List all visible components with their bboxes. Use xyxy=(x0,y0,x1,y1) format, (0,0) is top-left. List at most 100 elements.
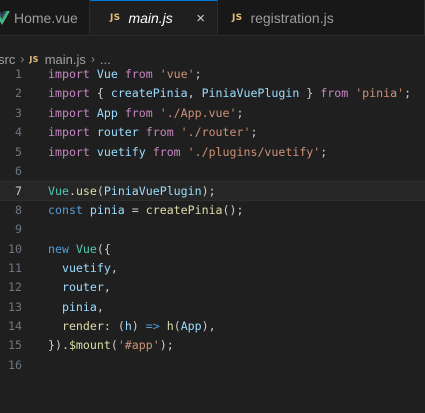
code-token: from xyxy=(124,105,153,120)
code-token: 'pinia' xyxy=(355,86,405,101)
code-text: new Vue({ xyxy=(48,240,111,259)
code-line[interactable]: 9 xyxy=(0,220,425,239)
code-token: from xyxy=(145,125,174,140)
code-token: App xyxy=(180,319,202,334)
code-token: ) xyxy=(131,319,146,334)
code-token: , xyxy=(187,86,202,101)
code-token: ); xyxy=(201,184,216,199)
code-token: $mount xyxy=(68,338,111,353)
code-line[interactable]: 15}).$mount('#app'); xyxy=(0,336,425,355)
code-token: , xyxy=(103,280,111,295)
code-text: pinia, xyxy=(48,298,104,317)
code-token: 'vue' xyxy=(159,67,195,81)
code-token: import xyxy=(48,125,90,140)
vue-file-icon xyxy=(0,10,10,25)
code-token: import xyxy=(48,105,90,120)
code-line[interactable]: 5 import vuetify from './plugins/vuetify'… xyxy=(0,143,425,162)
line-number: 16 xyxy=(8,357,22,372)
close-icon[interactable]: × xyxy=(196,10,205,27)
code-line[interactable]: 12 router, xyxy=(0,278,425,297)
code-token: ); xyxy=(159,338,174,353)
code-token: PiniaVuePlugin xyxy=(103,184,202,199)
code-token: ({ xyxy=(96,241,111,256)
code-line[interactable]: 7 Vue.use(PiniaVuePlugin); xyxy=(0,181,425,201)
code-token: from xyxy=(320,86,349,101)
js-file-icon: JS xyxy=(232,12,243,23)
code-token: render xyxy=(61,319,104,334)
line-number: 4 xyxy=(15,125,22,140)
code-token: PiniaVuePlugin xyxy=(201,86,300,101)
code-token: './App.vue' xyxy=(159,105,237,120)
code-editor[interactable]: 1 import Vue from 'vue'; 2 import { createP… xyxy=(0,65,425,375)
code-token: from xyxy=(124,67,153,81)
code-token: '#app' xyxy=(117,338,160,353)
tab-label: Home.vue xyxy=(14,9,78,26)
code-line[interactable]: 11 vuetify, xyxy=(0,259,425,278)
code-token: } xyxy=(299,86,321,101)
js-file-icon: JS xyxy=(110,13,121,23)
code-token: ; xyxy=(236,105,244,120)
tab-label: main.js xyxy=(128,10,173,26)
code-token: const xyxy=(48,202,83,217)
code-line[interactable]: 14 render: (h) => h(App), xyxy=(0,317,425,336)
code-token: pinia xyxy=(61,299,97,314)
code-text: vuetify, xyxy=(48,259,118,278)
code-token: , xyxy=(110,260,118,275)
code-token: from xyxy=(152,144,181,159)
code-token: h xyxy=(124,319,132,334)
code-token: { xyxy=(89,86,111,101)
code-line[interactable]: 8 const pinia = createPinia(); xyxy=(0,201,425,220)
tab-label: registration.js xyxy=(250,9,334,26)
code-token: import xyxy=(48,144,90,159)
tab-home-vue[interactable]: Home.vue xyxy=(0,0,90,35)
line-number: 8 xyxy=(15,202,22,217)
code-token: : ( xyxy=(103,319,125,334)
code-line[interactable]: 13 pinia, xyxy=(0,298,425,317)
code-line[interactable]: 1 import Vue from 'vue'; xyxy=(0,65,425,84)
code-token: ; xyxy=(404,86,412,101)
code-token: h xyxy=(166,319,174,334)
code-line[interactable]: 2 import { createPinia, PiniaVuePlugin } … xyxy=(0,84,425,103)
code-token: import xyxy=(48,67,90,81)
line-number: 6 xyxy=(15,163,22,178)
code-text: import Vue from 'vue'; xyxy=(48,65,202,84)
tab-registration-js[interactable]: JS registration.js xyxy=(218,0,425,35)
tab-main-js[interactable]: JS main.js × xyxy=(90,0,218,35)
line-number: 14 xyxy=(8,319,22,334)
line-number: 9 xyxy=(15,222,22,237)
editor-tab-bar: Home.vue JS main.js × JS registration.js xyxy=(0,0,425,36)
line-number: 5 xyxy=(15,144,22,159)
code-token: ( xyxy=(173,319,181,334)
code-line[interactable]: 16 xyxy=(0,356,425,375)
code-token: './plugins/vuetify' xyxy=(187,144,321,159)
code-token: router xyxy=(61,280,104,295)
code-text: import App from './App.vue'; xyxy=(48,104,243,123)
code-token: use xyxy=(75,184,97,199)
code-token: Vue xyxy=(96,67,118,81)
code-text: Vue.use(PiniaVuePlugin); xyxy=(48,182,216,201)
code-line[interactable]: 10 new Vue({ xyxy=(0,240,425,259)
code-line[interactable]: 6 xyxy=(0,162,425,181)
code-line[interactable]: 4 import router from './router'; xyxy=(0,123,425,142)
line-number: 12 xyxy=(8,280,22,295)
code-token: , xyxy=(96,299,104,314)
line-number: 1 xyxy=(15,67,22,81)
chevron-right-icon: › xyxy=(90,52,95,66)
code-token: ; xyxy=(194,67,202,81)
code-token: = xyxy=(124,202,146,217)
code-line[interactable]: 3 import App from './App.vue'; xyxy=(0,104,425,123)
js-file-icon: JS xyxy=(29,54,39,64)
line-number: 7 xyxy=(15,184,22,199)
